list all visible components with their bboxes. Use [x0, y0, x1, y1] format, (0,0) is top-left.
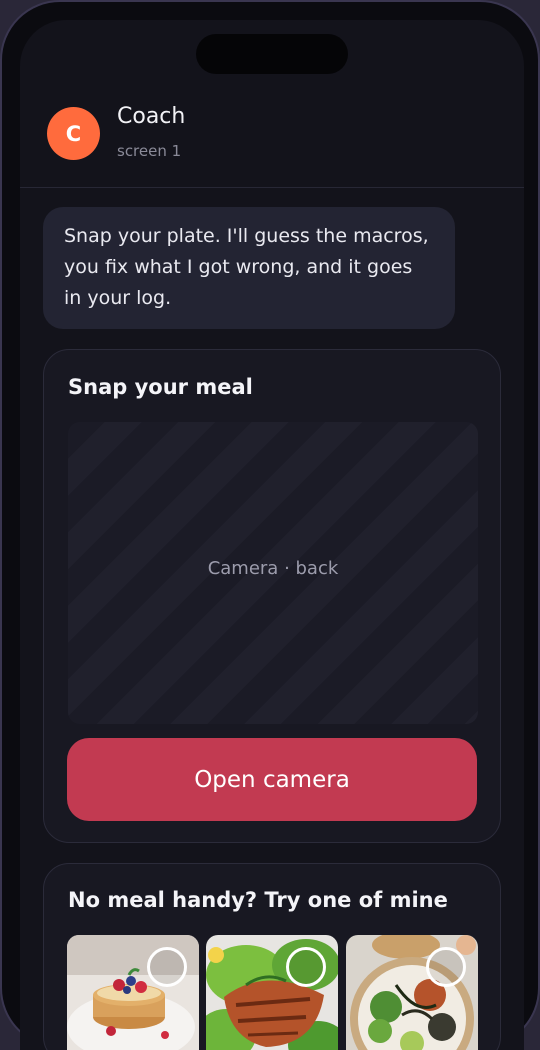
camera-viewfinder[interactable]: Camera · back [68, 422, 478, 724]
avatar[interactable]: C [47, 107, 100, 160]
chat-title: Coach [117, 104, 186, 129]
app-screen: C Coach screen 1 Snap your plate. I'll g… [20, 20, 524, 1050]
samples-card-title: No meal handy? Try one of mine [68, 888, 448, 912]
select-ring-icon[interactable] [147, 947, 187, 987]
chat-header: C Coach screen 1 [20, 20, 524, 188]
snap-meal-card: Snap your meal Camera · back Open camera [43, 349, 501, 843]
viewfinder-label: Camera · back [207, 558, 339, 579]
open-camera-button[interactable]: Open camera [67, 738, 477, 821]
sample-meal-pancakes[interactable] [67, 935, 199, 1050]
phone-frame: C Coach screen 1 Snap your plate. I'll g… [0, 0, 540, 1050]
chat-subtitle: screen 1 [117, 142, 182, 160]
snap-card-title: Snap your meal [68, 375, 253, 399]
sample-thumbnails [67, 935, 479, 1050]
sample-meals-card: No meal handy? Try one of mine [43, 863, 501, 1050]
sample-meal-salmon[interactable] [206, 935, 338, 1050]
sample-meal-poke-bowl[interactable] [346, 935, 478, 1050]
select-ring-icon[interactable] [286, 947, 326, 987]
select-ring-icon[interactable] [426, 947, 466, 987]
message-bubble: Snap your plate. I'll guess the macros, … [43, 207, 455, 329]
